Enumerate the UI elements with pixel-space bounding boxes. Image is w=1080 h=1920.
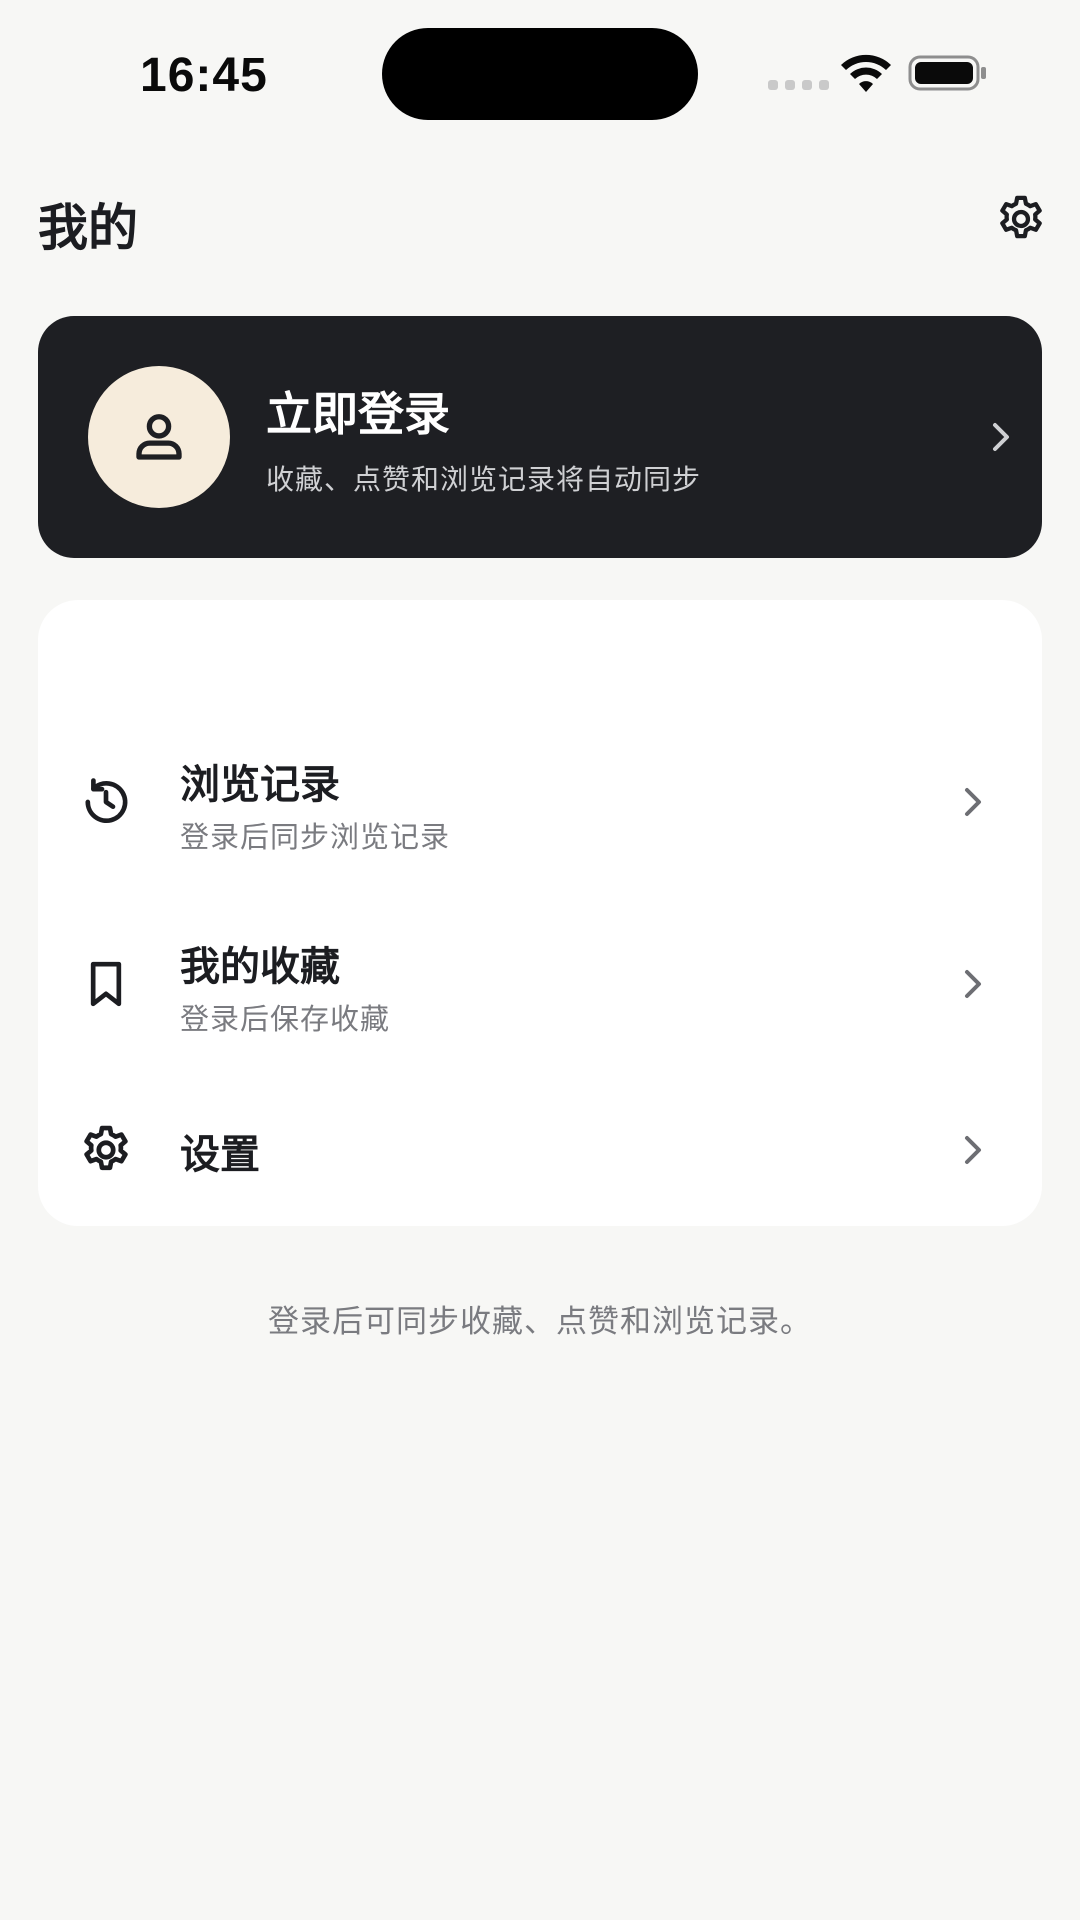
- footer-note: 登录后可同步收藏、点赞和浏览记录。: [268, 1304, 812, 1340]
- cellular-signal-icon: [768, 80, 829, 90]
- wifi-icon: [841, 54, 891, 92]
- chevron-right-icon: [965, 970, 981, 998]
- chevron-right-icon: [965, 788, 981, 816]
- menu-item-settings[interactable]: 设置: [38, 1110, 1042, 1200]
- status-bar: 16:45: [0, 0, 1080, 150]
- dynamic-island: [382, 28, 698, 120]
- history-icon: [85, 778, 128, 823]
- menu-card: 浏览记录 登录后同步浏览记录 我的收藏 登录后保存收藏 设置: [38, 600, 1042, 1226]
- menu-item-favorites[interactable]: 我的收藏 登录后保存收藏: [38, 932, 1042, 1092]
- avatar: [88, 366, 230, 508]
- chevron-right-icon: [965, 1136, 981, 1164]
- battery-icon: [908, 55, 986, 91]
- login-card[interactable]: 立即登录 收藏、点赞和浏览记录将自动同步: [38, 316, 1042, 558]
- user-icon: [136, 414, 182, 460]
- gear-icon: [84, 1125, 128, 1171]
- menu-item-title: 浏览记录: [180, 762, 340, 808]
- menu-item-subtitle: 登录后同步浏览记录: [180, 820, 451, 854]
- menu-item-subtitle: 登录后保存收藏: [180, 1002, 391, 1036]
- menu-item-title: 设置: [180, 1132, 260, 1178]
- status-time: 16:45: [140, 49, 268, 102]
- page-title: 我的: [38, 199, 138, 257]
- menu-item-history[interactable]: 浏览记录 登录后同步浏览记录: [38, 750, 1042, 910]
- settings-gear-icon[interactable]: [994, 192, 1048, 246]
- login-subtitle: 收藏、点赞和浏览记录将自动同步: [266, 463, 702, 496]
- menu-item-title: 我的收藏: [180, 944, 340, 990]
- login-title: 立即登录: [266, 387, 450, 441]
- bookmark-icon: [90, 961, 122, 1007]
- chevron-right-icon: [993, 423, 1009, 451]
